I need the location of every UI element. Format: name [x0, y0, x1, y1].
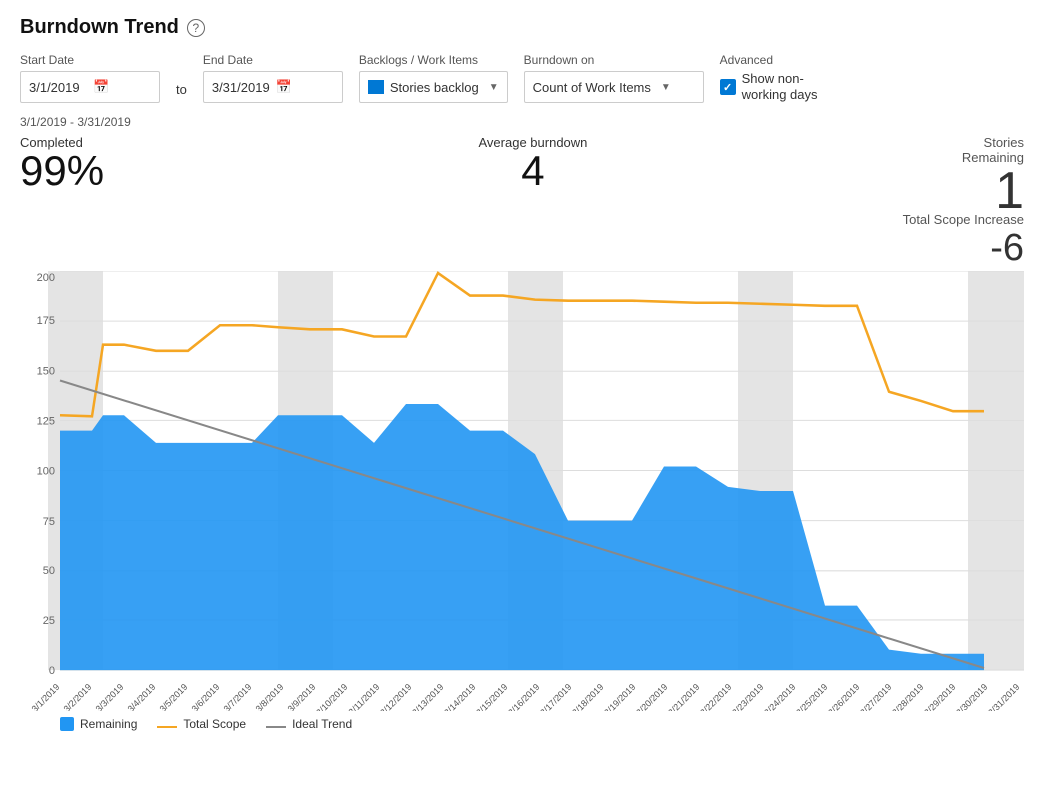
end-date-group: End Date 3/31/2019 📅 [203, 53, 343, 103]
svg-text:25: 25 [43, 615, 55, 627]
date-range-label: 3/1/2019 - 3/31/2019 [20, 115, 1024, 129]
ideal-trend-color-line [266, 726, 286, 728]
remaining-color-box [60, 717, 74, 731]
svg-text:3/16/2019: 3/16/2019 [506, 682, 541, 711]
svg-text:3/28/2019: 3/28/2019 [890, 682, 925, 711]
svg-text:3/18/2019: 3/18/2019 [570, 682, 605, 711]
burndown-group: Burndown on Count of Work Items ▼ [524, 53, 704, 103]
total-scope-value: -6 [903, 229, 1024, 267]
chevron-down-icon-2: ▼ [661, 82, 671, 93]
end-date-label: End Date [203, 53, 343, 67]
svg-text:3/29/2019: 3/29/2019 [922, 682, 957, 711]
svg-text:200: 200 [37, 272, 55, 284]
svg-text:3/17/2019: 3/17/2019 [538, 682, 573, 711]
svg-text:175: 175 [37, 315, 55, 327]
end-date-value: 3/31/2019 [212, 80, 270, 95]
chart-legend: Remaining Total Scope Ideal Trend [20, 717, 1024, 731]
svg-text:3/30/2019: 3/30/2019 [954, 682, 989, 711]
burndown-dropdown[interactable]: Count of Work Items ▼ [524, 71, 704, 103]
show-non-working-label: Show non-working days [742, 71, 822, 102]
stats-row: Completed 99% Average burndown 4 Stories… [20, 135, 1024, 217]
completed-stat: Completed 99% [20, 135, 104, 192]
to-separator: to [176, 82, 187, 103]
calendar-icon-end: 📅 [276, 79, 334, 95]
svg-text:3/2/2019: 3/2/2019 [62, 682, 94, 711]
burndown-chart: 0 25 50 75 100 125 150 175 200 3/1/2019 … [20, 271, 1024, 711]
end-date-input[interactable]: 3/31/2019 📅 [203, 71, 343, 103]
backlogs-value: Stories backlog [390, 80, 479, 95]
svg-text:3/3/2019: 3/3/2019 [94, 682, 126, 711]
svg-text:125: 125 [37, 415, 55, 427]
svg-text:3/25/2019: 3/25/2019 [794, 682, 829, 711]
advanced-label: Advanced [720, 53, 822, 67]
svg-text:3/12/2019: 3/12/2019 [378, 682, 413, 711]
stories-remaining-stat: StoriesRemaining 1 [962, 135, 1024, 217]
svg-text:3/20/2019: 3/20/2019 [634, 682, 669, 711]
svg-text:3/31/2019: 3/31/2019 [986, 682, 1021, 711]
svg-text:3/15/2019: 3/15/2019 [474, 682, 509, 711]
show-non-working-row[interactable]: Show non-working days [720, 71, 822, 103]
svg-text:3/4/2019: 3/4/2019 [126, 682, 158, 711]
burndown-value: Count of Work Items [533, 80, 651, 95]
total-scope-label: Total Scope Increase [903, 212, 1024, 227]
legend-remaining: Remaining [60, 717, 137, 731]
controls-bar: Start Date 3/1/2019 📅 to End Date 3/31/2… [20, 53, 1024, 103]
svg-text:3/24/2019: 3/24/2019 [762, 682, 797, 711]
start-date-input[interactable]: 3/1/2019 📅 [20, 71, 160, 103]
svg-text:3/1/2019: 3/1/2019 [30, 682, 62, 711]
remaining-legend-label: Remaining [80, 717, 137, 731]
svg-text:150: 150 [37, 365, 55, 377]
backlog-icon [368, 80, 384, 94]
calendar-icon-start: 📅 [93, 79, 151, 95]
svg-text:3/7/2019: 3/7/2019 [222, 682, 254, 711]
svg-text:3/22/2019: 3/22/2019 [698, 682, 733, 711]
svg-text:3/9/2019: 3/9/2019 [286, 682, 318, 711]
stories-remaining-value: 1 [962, 165, 1024, 217]
svg-text:3/11/2019: 3/11/2019 [347, 682, 382, 711]
completed-value: 99% [20, 150, 104, 192]
svg-text:3/8/2019: 3/8/2019 [254, 682, 286, 711]
advanced-group: Advanced Show non-working days [720, 53, 822, 103]
show-non-working-checkbox[interactable] [720, 79, 736, 95]
svg-text:3/14/2019: 3/14/2019 [442, 682, 477, 711]
burndown-label: Burndown on [524, 53, 704, 67]
svg-text:3/23/2019: 3/23/2019 [730, 682, 765, 711]
page-header: Burndown Trend ? [20, 16, 1024, 39]
start-date-label: Start Date [20, 53, 160, 67]
svg-text:3/5/2019: 3/5/2019 [158, 682, 190, 711]
chart-area: 0 25 50 75 100 125 150 175 200 3/1/2019 … [20, 271, 1024, 711]
page-container: Burndown Trend ? Start Date 3/1/2019 📅 t… [0, 0, 1044, 747]
avg-burndown-stat: Average burndown 4 [479, 135, 588, 192]
ideal-trend-legend-label: Ideal Trend [292, 717, 352, 731]
svg-text:3/26/2019: 3/26/2019 [826, 682, 861, 711]
total-scope-legend-label: Total Scope [183, 717, 246, 731]
backlogs-group: Backlogs / Work Items Stories backlog ▼ [359, 53, 508, 103]
chevron-down-icon: ▼ [489, 82, 499, 93]
total-scope-row: Total Scope Increase -6 [20, 211, 1024, 267]
total-scope-color-line [157, 726, 177, 728]
svg-text:50: 50 [43, 565, 55, 577]
svg-text:3/10/2019: 3/10/2019 [314, 682, 349, 711]
start-date-value: 3/1/2019 [29, 80, 87, 95]
backlogs-dropdown[interactable]: Stories backlog ▼ [359, 71, 508, 103]
legend-ideal-trend: Ideal Trend [266, 717, 352, 731]
svg-text:0: 0 [49, 665, 55, 677]
svg-text:3/27/2019: 3/27/2019 [858, 682, 893, 711]
legend-total-scope: Total Scope [157, 717, 246, 731]
svg-text:3/19/2019: 3/19/2019 [602, 682, 637, 711]
svg-text:100: 100 [37, 466, 55, 478]
svg-text:3/6/2019: 3/6/2019 [190, 682, 222, 711]
svg-text:3/13/2019: 3/13/2019 [410, 682, 445, 711]
total-scope-stat: Total Scope Increase -6 [903, 211, 1024, 267]
help-icon[interactable]: ? [187, 19, 205, 37]
svg-text:3/21/2019: 3/21/2019 [666, 682, 701, 711]
backlogs-label: Backlogs / Work Items [359, 53, 508, 67]
page-title: Burndown Trend [20, 16, 179, 39]
stories-remaining-label: StoriesRemaining [962, 135, 1024, 165]
start-date-group: Start Date 3/1/2019 📅 [20, 53, 160, 103]
svg-text:75: 75 [43, 516, 55, 528]
avg-burndown-value: 4 [521, 150, 544, 192]
